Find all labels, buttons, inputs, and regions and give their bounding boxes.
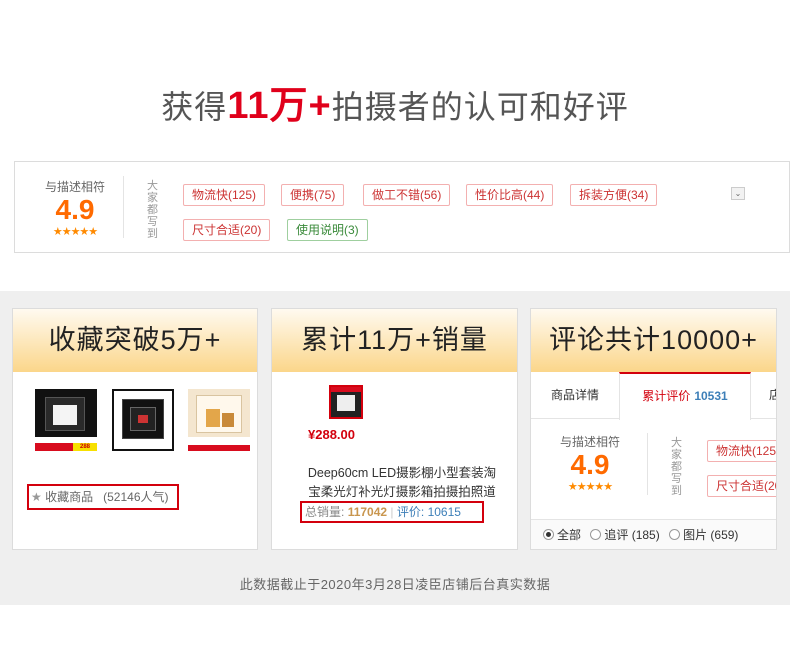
photo-box-image [222,413,234,427]
review-tag[interactable]: 尺寸合适(20) [707,475,776,497]
tab-product-details[interactable]: 商品详情 [531,372,619,419]
headline-highlight: 11万+ [227,85,332,127]
review-tag[interactable]: 做工不错(56) [363,184,451,206]
filter-images[interactable]: 图片 (659) [669,528,738,542]
favorite-count: (52146人气) [103,490,169,504]
card-title: 评论共计10000+ [531,309,776,372]
thumb-red-bar [188,445,250,451]
card-title: 收藏突破5万+ [13,309,257,372]
review-tag[interactable]: 物流快(125) [183,184,266,206]
filter-follow-up[interactable]: 追评 (185) [590,528,660,542]
filter-all[interactable]: 全部 [543,528,581,542]
filter-label: 图片 (659) [683,528,739,542]
card-title: 累计11万+销量 [272,309,517,372]
star-icon: ★ [31,490,42,504]
headline-suffix: 拍摄者的认可和好评 [331,89,629,125]
headline-prefix: 获得 [161,89,228,125]
sales-count: 117042 [347,505,388,519]
thumb-red-bar [35,443,73,451]
score-label: 与描述相符 [559,435,620,449]
separator: | [390,505,394,519]
product-thumbnail[interactable] [188,389,250,451]
filter-label: 全部 [557,528,582,542]
headline: 获得11万+拍摄者的认可和好评 [0,74,790,129]
review-filter-row: 全部 追评 (185) 图片 (659) [531,519,776,549]
product-thumbnail[interactable] [329,385,363,419]
rating-summary-bar: 与描述相符 4.9 ★★★★★ 大家都写到 物流快(125) 便携(75) 做工… [14,161,790,253]
review-tag[interactable]: 性价比高(44) [466,184,554,206]
review-tag[interactable]: 使用说明(3) [287,219,368,241]
review-tag[interactable]: 物流快(125) [707,440,776,462]
reviews-card: 评论共计10000+ 商品详情 累计评价10531 店 与描述相符 4.9 ★★… [530,308,777,550]
score-value: 4.9 [55,194,95,225]
product-price: ¥288.00 [308,427,355,442]
favorite-label: 收藏商品 [45,490,94,504]
score-label: 与描述相符 [44,180,105,194]
radio-icon [590,529,602,540]
tags-side-label: 大家都写到 [147,180,158,240]
data-footnote: 此数据截止于2020年3月28日凌臣店铺后台真实数据 [239,577,551,592]
stats-section: 收藏突破5万+ 288 ★ 收藏商品 (52146人气) 累计11万+销量 ¥2… [0,291,790,605]
review-tag[interactable]: 便携(75) [281,184,345,206]
sales-label: 总销量: [305,505,345,519]
thumb-red-bar [331,387,361,392]
tab-label: 累计评价 [642,389,691,403]
divider [123,176,124,238]
review-tag[interactable]: 尺寸合适(20) [183,219,271,241]
chevron-down-icon[interactable]: ⌄ [731,187,745,200]
rating-score-block: 与描述相符 4.9 ★★★★★ [25,178,125,238]
product-thumbnail[interactable] [112,389,174,451]
star-rating-icon: ★★★★★ [52,226,98,238]
product-name[interactable]: Deep60cm LED摄影棚小型套装淘宝柔光灯补光灯摄影箱拍摄拍照道 [302,464,502,502]
rating-score-block: 与描述相符 4.9 ★★★★★ [545,433,635,493]
sales-card: 累计11万+销量 ¥288.00 Deep60cm LED摄影棚小型套装淘宝柔光… [271,308,518,550]
score-value: 4.9 [570,449,610,480]
product-thumbnail[interactable]: 288 [35,389,97,451]
photo-box-image [337,395,355,411]
radio-icon [669,529,681,540]
tags-side-label: 大家都写到 [671,437,682,497]
divider [647,433,648,495]
tab-cumulative-reviews[interactable]: 累计评价 10531 [619,372,751,420]
photo-box-image [138,415,148,423]
filter-label: 追评 (185) [604,528,660,542]
thumb-price-tag: 288 [73,443,97,451]
review-tag[interactable]: 拆装方便(34) [570,184,658,206]
favorite-count-box[interactable]: ★ 收藏商品 (52146人气) [27,484,179,510]
star-rating-icon: ★★★★★ [567,481,613,493]
photo-box-image [53,405,77,425]
review-total-count: 10531 [694,389,728,403]
sales-stats-box: 总销量: 117042 | 评价: 10615 [300,501,484,523]
favorites-card: 收藏突破5万+ 288 ★ 收藏商品 (52146人气) [12,308,258,550]
review-count[interactable]: 10615 [428,505,461,519]
review-tabs: 商品详情 累计评价10531 店 [531,372,776,420]
photo-box-image [206,409,220,427]
radio-checked-icon [543,529,554,540]
review-label[interactable]: 评价: [397,505,424,519]
tab-more[interactable]: 店 [765,372,776,419]
